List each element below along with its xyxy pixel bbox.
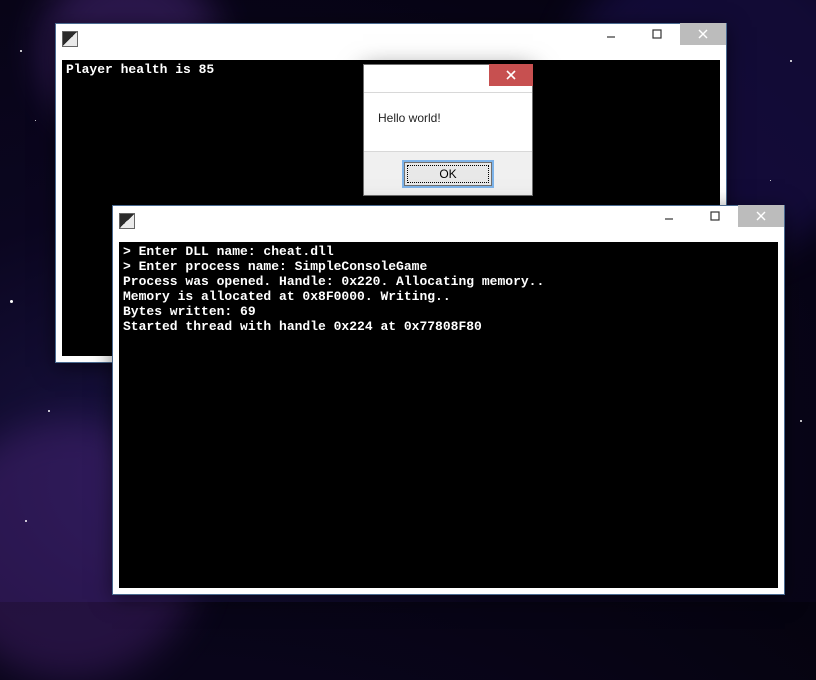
dialog-message: Hello world! (364, 93, 532, 151)
close-button[interactable] (680, 23, 726, 45)
console-output: > Enter DLL name: cheat.dll > Enter proc… (119, 242, 778, 588)
titlebar (56, 24, 726, 54)
console-line: Memory is allocated at 0x8F0000. Writing… (123, 289, 451, 304)
console-line: > Enter DLL name: cheat.dll (123, 244, 334, 259)
console-icon (119, 213, 135, 229)
console-line: Process was opened. Handle: 0x220. Alloc… (123, 274, 544, 289)
minimize-button[interactable] (588, 23, 634, 45)
console-line: Player health is 85 (66, 62, 214, 77)
close-button[interactable] (489, 64, 533, 86)
close-button[interactable] (738, 205, 784, 227)
maximize-button[interactable] (634, 23, 680, 45)
console-line: > Enter process name: SimpleConsoleGame (123, 259, 427, 274)
dialog-footer: OK (364, 151, 532, 195)
console-line: Bytes written: 69 (123, 304, 256, 319)
titlebar (113, 206, 784, 236)
ok-button[interactable]: OK (404, 162, 492, 186)
console-line: Started thread with handle 0x224 at 0x77… (123, 319, 482, 334)
console-window-2: > Enter DLL name: cheat.dll > Enter proc… (112, 205, 785, 595)
minimize-button[interactable] (646, 205, 692, 227)
console-icon (62, 31, 78, 47)
message-dialog: Hello world! OK (363, 64, 533, 196)
maximize-button[interactable] (692, 205, 738, 227)
dialog-titlebar (364, 65, 532, 93)
